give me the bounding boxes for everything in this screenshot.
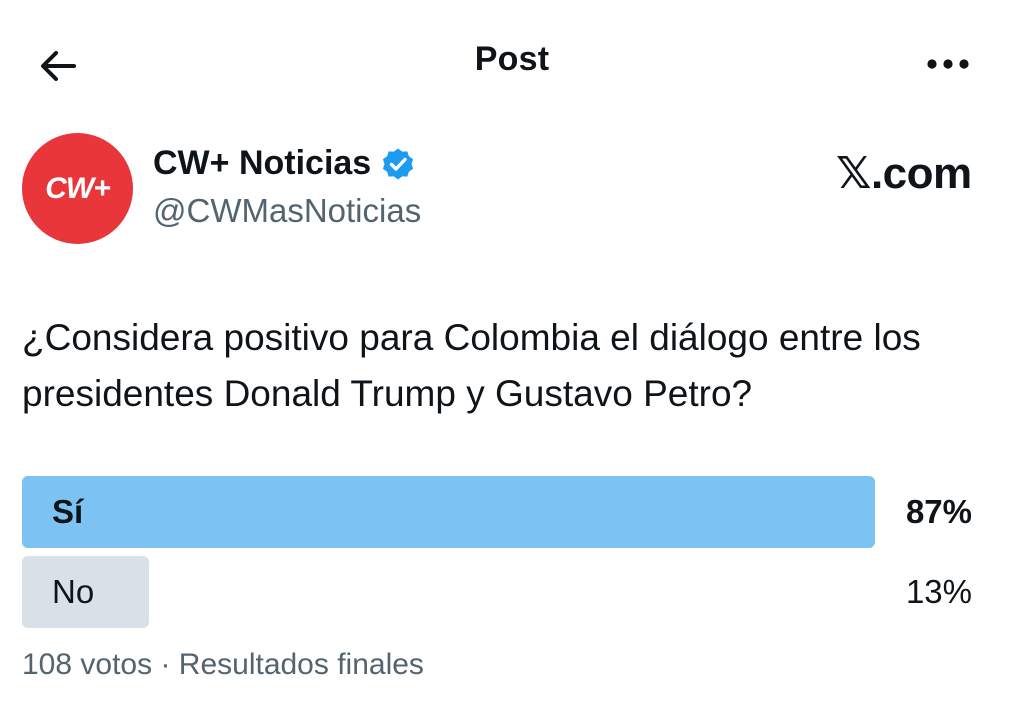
avatar-logo-text: CW+	[45, 171, 110, 205]
verified-badge-icon	[381, 147, 415, 181]
poll-meta: 108 votos · Resultados finales	[22, 648, 424, 682]
poll-option-percent: 87%	[905, 493, 972, 530]
more-options-button[interactable]	[922, 44, 974, 84]
poll-vote-count: 108 votos	[22, 648, 153, 681]
poll-bar-si	[22, 476, 875, 548]
poll-option-percent: 13%	[905, 573, 972, 610]
poll-option-no: No 13%	[22, 556, 982, 628]
author-handle[interactable]: @CWMasNoticias	[153, 192, 421, 230]
poll-meta-separator: ·	[160, 648, 171, 681]
more-horizontal-icon	[927, 59, 969, 69]
author-name-row: CW+ Noticias	[153, 144, 415, 183]
avatar[interactable]: CW+	[22, 133, 133, 244]
page-title: Post	[474, 40, 550, 78]
poll-option-si: Sí 87%	[22, 476, 982, 548]
poll-option-label: No	[52, 573, 95, 610]
post-text: ¿Considera positivo para Colombia el diá…	[22, 317, 921, 414]
x-watermark: 𝕏.com	[836, 149, 972, 198]
poll-status: Resultados finales	[178, 648, 424, 681]
top-bar: Post	[0, 0, 1024, 130]
poll-option-label: Sí	[52, 493, 84, 530]
author-display-name[interactable]: CW+ Noticias	[153, 144, 371, 183]
